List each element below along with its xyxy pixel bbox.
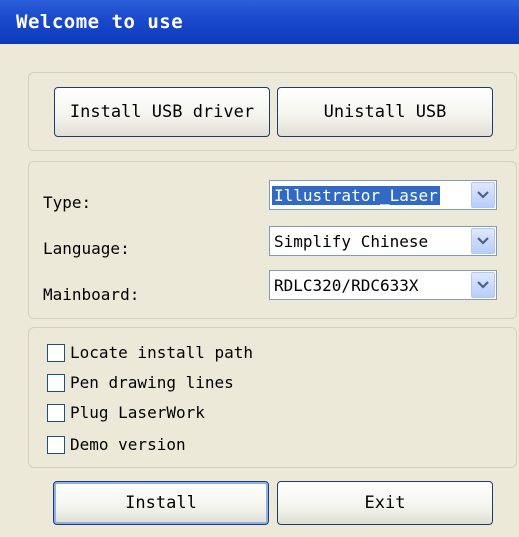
type-label: Type: [43, 193, 92, 212]
option-label: Locate install path [70, 343, 254, 362]
title-bar[interactable]: Welcome to use [0, 0, 519, 44]
usb-group: Install USB driver Unistall USB [28, 72, 517, 151]
mainboard-value: RDLC320/RDC633X [274, 276, 419, 295]
type-select[interactable]: Illustrator_Laser [269, 180, 497, 210]
type-value: Illustrator_Laser [272, 186, 440, 205]
chevron-down-icon[interactable] [471, 182, 495, 208]
language-value: Simplify Chinese [274, 232, 429, 251]
checkbox[interactable] [47, 374, 65, 392]
checkbox[interactable] [47, 344, 65, 362]
language-select[interactable]: Simplify Chinese [269, 226, 497, 256]
exit-button[interactable]: Exit [277, 481, 493, 525]
window-title: Welcome to use [16, 11, 184, 33]
checkbox[interactable] [47, 404, 65, 422]
install-button[interactable]: Install [53, 481, 269, 525]
option-label: Plug LaserWork [70, 403, 205, 422]
language-label: Language: [43, 239, 130, 258]
chevron-down-icon[interactable] [471, 228, 495, 254]
option-label: Demo version [70, 435, 186, 454]
uninstall-usb-button[interactable]: Unistall USB [277, 87, 493, 137]
installer-dialog: Welcome to use Install USB driver Unista… [0, 0, 519, 537]
option-label: Pen drawing lines [70, 373, 234, 392]
install-usb-driver-button[interactable]: Install USB driver [54, 87, 270, 137]
chevron-down-icon[interactable] [471, 272, 495, 298]
mainboard-label: Mainboard: [43, 285, 140, 304]
mainboard-select[interactable]: RDLC320/RDC633X [269, 270, 497, 300]
checkbox[interactable] [47, 436, 65, 454]
